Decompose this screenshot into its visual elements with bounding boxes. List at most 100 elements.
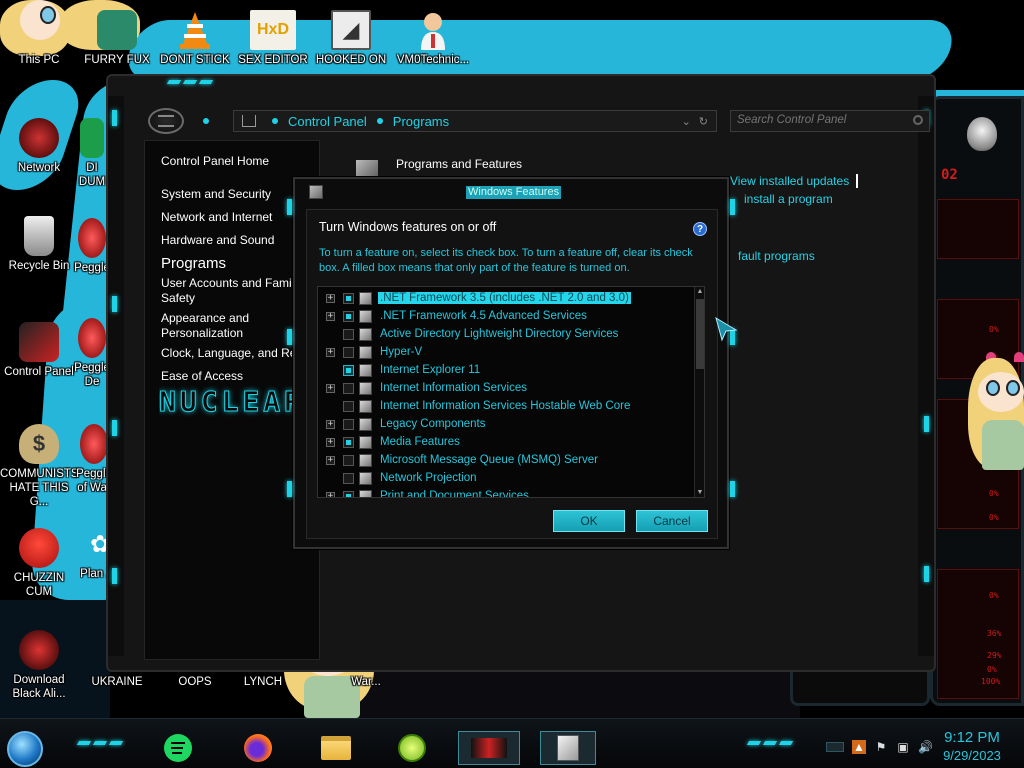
desktop-icon-download-black-ali[interactable]: Download Black Ali... [0,630,78,701]
feature-checkbox[interactable] [343,490,354,497]
expand-icon[interactable]: + [326,437,335,447]
breadcrumb-programs[interactable]: Programs [393,114,449,129]
breadcrumb-control-panel[interactable]: Control Panel [288,114,367,129]
feature-label[interactable]: Internet Information Services [378,382,529,394]
start-button[interactable] [7,731,43,767]
feature-label[interactable]: Internet Explorer 11 [378,364,482,376]
scroll-down-icon[interactable]: ▼ [696,488,704,497]
desktop-icon-furry-fux[interactable]: FURRY FUX [78,10,156,67]
taskbar-spotify[interactable] [156,731,200,765]
desktop-icon-network[interactable]: Network [0,118,78,175]
expand-icon[interactable]: + [326,455,335,465]
feature-row[interactable]: + .NET Framework 4.5 Advanced Services [318,307,694,325]
refresh-icon[interactable]: ↻ [699,115,708,128]
feature-label[interactable]: Print and Document Services [378,490,531,497]
app-tray-icon[interactable]: ▲ [852,740,866,754]
expand-icon[interactable]: + [326,293,335,303]
help-icon[interactable]: ? [693,222,707,236]
sidebar-item-programs[interactable]: Programs [161,256,311,271]
feature-label[interactable]: Internet Information Services Hostable W… [378,400,632,412]
desktop-icon-this-pc[interactable]: This PC [0,10,78,67]
feature-checkbox[interactable] [343,346,354,358]
search-input[interactable] [737,114,907,126]
sidebar-item-appearance[interactable]: Appearance and Personalization [161,311,261,341]
feature-row[interactable]: Internet Information Services Hostable W… [318,397,694,415]
feature-checkbox[interactable] [343,400,354,412]
expand-icon[interactable]: + [326,383,335,393]
chevron-down-icon[interactable]: ⌄ [682,115,691,128]
feature-row[interactable]: + .NET Framework 3.5 (includes .NET 2.0 a… [318,289,694,307]
desktop-icon-communists[interactable]: $ COMMUNISTS HATE THIS G... [0,424,79,509]
feature-label[interactable]: Microsoft Message Queue (MSMQ) Server [378,454,600,466]
desktop-icon-sex-editor[interactable]: HxD SEX EDITOR [234,10,312,67]
desktop-icon-chuzzin[interactable]: CHUZZIN CUM [0,528,78,599]
expand-icon[interactable]: + [326,419,335,429]
network-tray-icon[interactable]: ▣ [896,740,910,754]
desktop-icon-hooked-on[interactable]: ◢ HOOKED ON [312,10,390,67]
taskbar-windows-features[interactable] [540,731,596,765]
scroll-up-icon[interactable]: ▲ [696,287,704,296]
window-menu-icon[interactable] [148,108,184,134]
feature-row[interactable]: Network Projection [318,469,694,487]
desktop-icon-vm0technic[interactable]: VM0Technic... [394,10,472,67]
feature-row[interactable]: + Internet Information Services [318,379,694,397]
feature-checkbox[interactable] [343,454,354,466]
feature-label[interactable]: Hyper-V [378,346,424,358]
feature-checkbox[interactable] [343,436,354,448]
feature-checkbox[interactable] [343,364,354,376]
sidebar-item-hardware-sound[interactable]: Hardware and Sound [161,233,311,248]
sidebar-item-clock-language[interactable]: Clock, Language, and Region [161,346,311,361]
taskbar-alienware-app[interactable] [458,731,520,765]
desktop-icon-dont-stick[interactable]: DONT STICK [156,10,234,67]
feature-row[interactable]: Active Directory Lightweight Directory S… [318,325,694,343]
show-desktop-icon[interactable] [826,742,844,752]
feature-row[interactable]: + Legacy Components [318,415,694,433]
list-scrollbar[interactable]: ▲ ▼ [694,287,704,497]
feature-checkbox[interactable] [343,328,354,340]
feature-checkbox[interactable] [343,418,354,430]
control-panel-home-link[interactable]: Control Panel Home [161,154,269,168]
features-tree-list[interactable]: + .NET Framework 3.5 (includes .NET 2.0 a… [317,286,705,498]
ok-button[interactable]: OK [553,510,625,532]
feature-row[interactable]: + Print and Document Services [318,487,694,497]
address-bar[interactable]: Control Panel Programs ⌄ ↻ [233,110,717,132]
feature-row[interactable]: + Microsoft Message Queue (MSMQ) Server [318,451,694,469]
feature-label[interactable]: Network Projection [378,472,479,484]
search-control-panel[interactable] [730,110,930,132]
expand-icon[interactable]: + [326,347,335,357]
feature-row[interactable]: Internet Explorer 11 [318,361,694,379]
expand-icon[interactable]: + [326,311,335,321]
scroll-thumb[interactable] [696,299,704,369]
home-icon[interactable] [242,115,256,127]
desktop-icon-control-panel[interactable]: Control Panel [0,322,78,379]
expand-icon[interactable]: + [326,491,335,497]
search-icon[interactable] [913,115,923,125]
feature-row[interactable]: + Media Features [318,433,694,451]
feature-checkbox[interactable] [343,472,354,484]
sidebar-item-user-accounts[interactable]: User Accounts and Family Safety [161,276,311,306]
desktop-icon-recycle-bin[interactable]: Recycle Bin [0,216,78,273]
cancel-button[interactable]: Cancel [636,510,708,532]
default-programs-link[interactable]: fault programs [738,249,815,263]
programs-features-heading[interactable]: Programs and Features [396,157,522,171]
feature-checkbox[interactable] [343,292,354,304]
feature-label[interactable]: .NET Framework 3.5 (includes .NET 2.0 an… [378,292,631,304]
feature-row[interactable]: + Hyper-V [318,343,694,361]
sidebar-item-ease-of-access[interactable]: Ease of Access [161,369,311,384]
feature-label[interactable]: Legacy Components [378,418,487,430]
feature-label[interactable]: Media Features [378,436,462,448]
dialog-titlebar[interactable]: Windows Features [295,179,727,205]
feature-checkbox[interactable] [343,310,354,322]
furry-fux-icon [97,10,137,50]
view-installed-updates-link[interactable]: View installed updates [730,174,849,188]
install-program-link[interactable]: install a program [744,192,833,206]
feature-label[interactable]: Active Directory Lightweight Directory S… [378,328,620,340]
clock[interactable]: 9:12 PM 9/29/2023 [928,728,1016,764]
flag-icon[interactable]: ⚑ [874,740,888,754]
taskbar-lime-app[interactable] [390,731,434,765]
taskbar-firefox[interactable] [236,731,280,765]
taskbar-file-explorer[interactable] [314,731,358,765]
window-frame-right [918,96,934,656]
feature-label[interactable]: .NET Framework 4.5 Advanced Services [378,310,589,322]
feature-checkbox[interactable] [343,382,354,394]
